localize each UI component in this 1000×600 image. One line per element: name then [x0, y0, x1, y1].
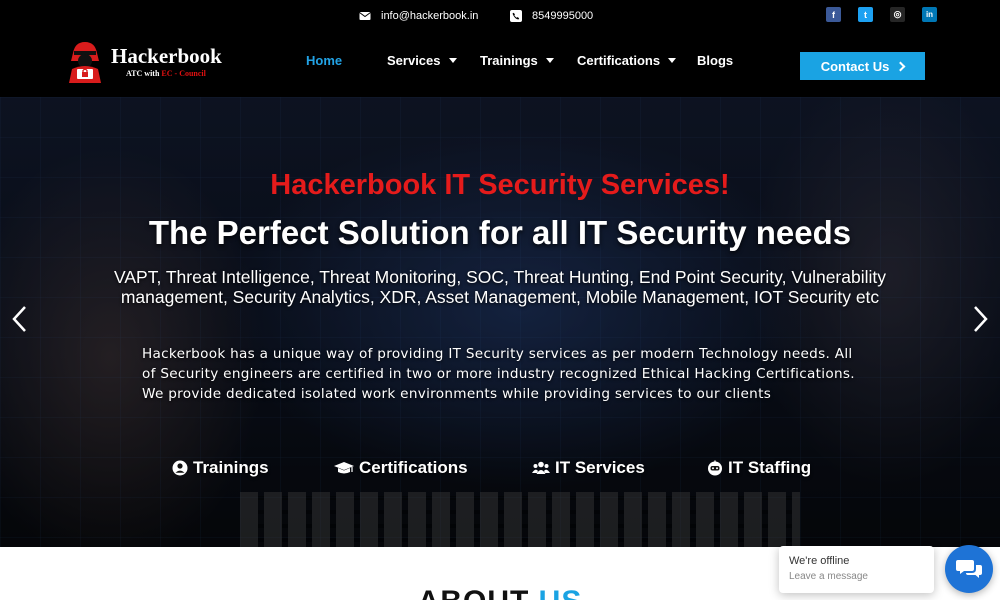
- nav-certifications-label: Certifications: [577, 53, 661, 68]
- slider-next-arrow-icon[interactable]: [970, 304, 990, 334]
- phone-icon: [510, 10, 522, 22]
- hero-services-list: VAPT, Threat Intelligence, Threat Monito…: [113, 267, 886, 307]
- site-header: Hackerbook ATC with EC - Council Home Se…: [0, 36, 1000, 97]
- contact-us-label: Contact Us: [820, 58, 890, 74]
- nav-blogs-label: Blogs: [697, 53, 734, 68]
- hero-link-it-staffing-label: IT Staffing: [728, 458, 812, 477]
- top-bar: info@hackerbook.in 8549995000 f t ◎ in: [0, 0, 1000, 36]
- nav-trainings-label: Trainings: [480, 53, 538, 68]
- hero-link-it-services-label: IT Services: [555, 458, 645, 477]
- slider-prev-arrow-icon[interactable]: [10, 304, 30, 334]
- envelope-icon: [359, 12, 371, 20]
- phone-text: 8549995000: [532, 10, 594, 22]
- hero-headline-red: Hackerbook IT Security Services!: [270, 169, 730, 201]
- instagram-icon[interactable]: ◎: [890, 7, 905, 22]
- hero-link-trainings[interactable]: Trainings: [172, 458, 269, 478]
- users-icon: [532, 461, 550, 474]
- hero-headline-white: The Perfect Solution for all IT Security…: [148, 214, 852, 251]
- nav-home-label: Home: [306, 53, 343, 68]
- hero-slider: Hackerbook IT Security Services! The Per…: [0, 97, 1000, 547]
- email-text: info@hackerbook.in: [381, 10, 479, 22]
- nav-services[interactable]: Services: [387, 53, 457, 68]
- hero-overlay: [0, 97, 1000, 547]
- hero-link-it-services[interactable]: IT Services: [532, 458, 645, 478]
- hero-link-certifications[interactable]: Certifications: [334, 458, 468, 478]
- contact-us-button[interactable]: Contact Us: [800, 52, 925, 80]
- chevron-right-icon: [895, 61, 906, 71]
- about-title-accent: US: [539, 585, 583, 600]
- nav-home[interactable]: Home: [306, 53, 342, 68]
- user-circle-icon: [172, 460, 188, 476]
- twitter-icon[interactable]: t: [858, 7, 873, 22]
- robot-icon: [708, 460, 722, 476]
- about-title-main: ABOUT: [418, 585, 539, 600]
- chat-offline-box[interactable]: We're offline Leave a message: [779, 546, 934, 593]
- hero-link-it-staffing[interactable]: IT Staffing: [707, 458, 811, 478]
- linkedin-icon[interactable]: in: [922, 7, 937, 22]
- nav-services-label: Services: [387, 53, 441, 68]
- caret-down-icon: [448, 58, 457, 63]
- email-contact[interactable]: info@hackerbook.in: [359, 10, 478, 22]
- nav-certifications[interactable]: Certifications: [577, 53, 677, 68]
- phone-contact[interactable]: 8549995000: [510, 10, 593, 22]
- nav-trainings[interactable]: Trainings: [480, 53, 554, 68]
- nav-blogs[interactable]: Blogs: [697, 53, 733, 68]
- graduation-cap-icon: [334, 462, 354, 474]
- facebook-icon[interactable]: f: [826, 7, 841, 22]
- chat-status: We're offline: [789, 555, 850, 567]
- hero-link-trainings-label: Trainings: [193, 458, 269, 477]
- caret-down-icon: [668, 58, 677, 63]
- caret-down-icon: [545, 58, 554, 63]
- chat-launcher-button[interactable]: [945, 545, 993, 593]
- chat-bubbles-icon: [956, 560, 982, 578]
- hero-link-certifications-label: Certifications: [359, 458, 468, 477]
- hero-paragraph: Hackerbook has a unique way of providing…: [142, 346, 855, 402]
- chat-prompt: Leave a message: [789, 571, 868, 582]
